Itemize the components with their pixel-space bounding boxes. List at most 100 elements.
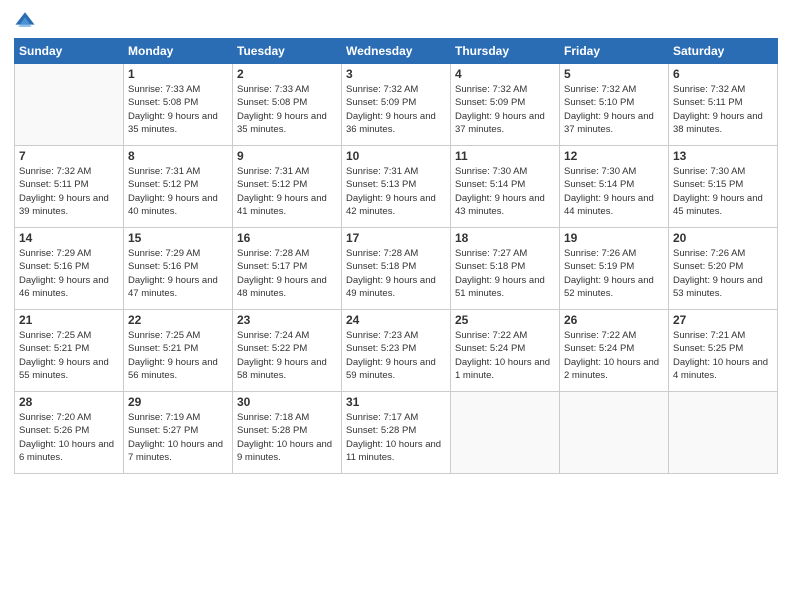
calendar-day-cell: 5Sunrise: 7:32 AM Sunset: 5:10 PM Daylig… xyxy=(560,64,669,146)
day-info: Sunrise: 7:30 AM Sunset: 5:14 PM Dayligh… xyxy=(564,165,664,218)
day-number: 2 xyxy=(237,67,337,81)
day-number: 20 xyxy=(673,231,773,245)
day-info: Sunrise: 7:24 AM Sunset: 5:22 PM Dayligh… xyxy=(237,329,337,382)
calendar-day-cell xyxy=(451,392,560,474)
calendar-day-cell: 31Sunrise: 7:17 AM Sunset: 5:28 PM Dayli… xyxy=(342,392,451,474)
day-number: 17 xyxy=(346,231,446,245)
calendar-day-cell: 11 Sunrise: 7:30 AM Sunset: 5:14 PM Dayli… xyxy=(451,146,560,228)
calendar-day-cell: 16 Sunrise: 7:28 AM Sunset: 5:17 PM Dayli… xyxy=(233,228,342,310)
day-info: Sunrise: 7:22 AM Sunset: 5:24 PM Dayligh… xyxy=(455,329,555,382)
day-info: Sunrise: 7:32 AM Sunset: 5:09 PM Dayligh… xyxy=(455,83,555,136)
day-info: Sunrise: 7:32 AM Sunset: 5:11 PM Dayligh… xyxy=(19,165,119,218)
weekday-header-monday: Monday xyxy=(124,39,233,64)
calendar-day-cell: 1 Sunrise: 7:33 AM Sunset: 5:08 PM Daylig… xyxy=(124,64,233,146)
day-number: 23 xyxy=(237,313,337,327)
page-container: SundayMondayTuesdayWednesdayThursdayFrid… xyxy=(0,0,792,484)
calendar-day-cell: 25 Sunrise: 7:22 AM Sunset: 5:24 PM Dayli… xyxy=(451,310,560,392)
day-number: 5 xyxy=(564,67,664,81)
calendar-day-cell: 30Sunrise: 7:18 AM Sunset: 5:28 PM Dayli… xyxy=(233,392,342,474)
calendar-day-cell: 23 Sunrise: 7:24 AM Sunset: 5:22 PM Dayli… xyxy=(233,310,342,392)
calendar-day-cell xyxy=(560,392,669,474)
day-info: Sunrise: 7:29 AM Sunset: 5:16 PM Dayligh… xyxy=(19,247,119,300)
day-number: 4 xyxy=(455,67,555,81)
calendar-day-cell: 27Sunrise: 7:21 AM Sunset: 5:25 PM Dayli… xyxy=(669,310,778,392)
calendar-table: SundayMondayTuesdayWednesdayThursdayFrid… xyxy=(14,38,778,474)
day-number: 30 xyxy=(237,395,337,409)
weekday-header-friday: Friday xyxy=(560,39,669,64)
day-info: Sunrise: 7:23 AM Sunset: 5:23 PM Dayligh… xyxy=(346,329,446,382)
day-number: 27 xyxy=(673,313,773,327)
day-number: 14 xyxy=(19,231,119,245)
day-number: 19 xyxy=(564,231,664,245)
calendar-day-cell: 8Sunrise: 7:31 AM Sunset: 5:12 PM Daylig… xyxy=(124,146,233,228)
calendar-day-cell: 15Sunrise: 7:29 AM Sunset: 5:16 PM Dayli… xyxy=(124,228,233,310)
day-number: 11 xyxy=(455,149,555,163)
day-number: 16 xyxy=(237,231,337,245)
day-info: Sunrise: 7:26 AM Sunset: 5:20 PM Dayligh… xyxy=(673,247,773,300)
calendar-day-cell: 10 Sunrise: 7:31 AM Sunset: 5:13 PM Dayli… xyxy=(342,146,451,228)
calendar-day-cell: 17 Sunrise: 7:28 AM Sunset: 5:18 PM Dayli… xyxy=(342,228,451,310)
calendar-day-cell: 14 Sunrise: 7:29 AM Sunset: 5:16 PM Dayli… xyxy=(15,228,124,310)
calendar-day-cell: 28 Sunrise: 7:20 AM Sunset: 5:26 PM Dayli… xyxy=(15,392,124,474)
day-info: Sunrise: 7:30 AM Sunset: 5:15 PM Dayligh… xyxy=(673,165,773,218)
day-info: Sunrise: 7:17 AM Sunset: 5:28 PM Dayligh… xyxy=(346,411,446,464)
calendar-day-cell: 29Sunrise: 7:19 AM Sunset: 5:27 PM Dayli… xyxy=(124,392,233,474)
calendar-day-cell: 24 Sunrise: 7:23 AM Sunset: 5:23 PM Dayli… xyxy=(342,310,451,392)
calendar-day-cell: 7Sunrise: 7:32 AM Sunset: 5:11 PM Daylig… xyxy=(15,146,124,228)
calendar-day-cell xyxy=(669,392,778,474)
day-number: 28 xyxy=(19,395,119,409)
logo xyxy=(14,10,40,32)
day-info: Sunrise: 7:27 AM Sunset: 5:18 PM Dayligh… xyxy=(455,247,555,300)
day-number: 6 xyxy=(673,67,773,81)
day-info: Sunrise: 7:33 AM Sunset: 5:08 PM Dayligh… xyxy=(237,83,337,136)
calendar-week-row: 14 Sunrise: 7:29 AM Sunset: 5:16 PM Dayli… xyxy=(15,228,778,310)
calendar-day-cell: 12 Sunrise: 7:30 AM Sunset: 5:14 PM Dayli… xyxy=(560,146,669,228)
day-number: 25 xyxy=(455,313,555,327)
day-info: Sunrise: 7:33 AM Sunset: 5:08 PM Dayligh… xyxy=(128,83,228,136)
calendar-day-cell: 3Sunrise: 7:32 AM Sunset: 5:09 PM Daylig… xyxy=(342,64,451,146)
weekday-header-saturday: Saturday xyxy=(669,39,778,64)
weekday-header-wednesday: Wednesday xyxy=(342,39,451,64)
day-number: 22 xyxy=(128,313,228,327)
calendar-day-cell: 6 Sunrise: 7:32 AM Sunset: 5:11 PM Daylig… xyxy=(669,64,778,146)
day-number: 24 xyxy=(346,313,446,327)
calendar-week-row: 7Sunrise: 7:32 AM Sunset: 5:11 PM Daylig… xyxy=(15,146,778,228)
day-info: Sunrise: 7:30 AM Sunset: 5:14 PM Dayligh… xyxy=(455,165,555,218)
calendar-week-row: 21 Sunrise: 7:25 AM Sunset: 5:21 PM Dayli… xyxy=(15,310,778,392)
calendar-day-cell: 22 Sunrise: 7:25 AM Sunset: 5:21 PM Dayli… xyxy=(124,310,233,392)
logo-icon xyxy=(14,10,36,32)
weekday-header-tuesday: Tuesday xyxy=(233,39,342,64)
calendar-day-cell: 9 Sunrise: 7:31 AM Sunset: 5:12 PM Daylig… xyxy=(233,146,342,228)
calendar-day-cell: 18Sunrise: 7:27 AM Sunset: 5:18 PM Dayli… xyxy=(451,228,560,310)
day-info: Sunrise: 7:28 AM Sunset: 5:17 PM Dayligh… xyxy=(237,247,337,300)
day-info: Sunrise: 7:32 AM Sunset: 5:11 PM Dayligh… xyxy=(673,83,773,136)
calendar-day-cell: 2 Sunrise: 7:33 AM Sunset: 5:08 PM Daylig… xyxy=(233,64,342,146)
day-number: 1 xyxy=(128,67,228,81)
day-info: Sunrise: 7:20 AM Sunset: 5:26 PM Dayligh… xyxy=(19,411,119,464)
day-info: Sunrise: 7:25 AM Sunset: 5:21 PM Dayligh… xyxy=(128,329,228,382)
day-number: 13 xyxy=(673,149,773,163)
day-number: 10 xyxy=(346,149,446,163)
calendar-week-row: 28 Sunrise: 7:20 AM Sunset: 5:26 PM Dayli… xyxy=(15,392,778,474)
day-info: Sunrise: 7:31 AM Sunset: 5:13 PM Dayligh… xyxy=(346,165,446,218)
calendar-header-row: SundayMondayTuesdayWednesdayThursdayFrid… xyxy=(15,39,778,64)
day-info: Sunrise: 7:19 AM Sunset: 5:27 PM Dayligh… xyxy=(128,411,228,464)
weekday-header-sunday: Sunday xyxy=(15,39,124,64)
calendar-day-cell: 20 Sunrise: 7:26 AM Sunset: 5:20 PM Dayli… xyxy=(669,228,778,310)
calendar-day-cell: 21 Sunrise: 7:25 AM Sunset: 5:21 PM Dayli… xyxy=(15,310,124,392)
day-number: 8 xyxy=(128,149,228,163)
day-info: Sunrise: 7:28 AM Sunset: 5:18 PM Dayligh… xyxy=(346,247,446,300)
day-number: 21 xyxy=(19,313,119,327)
calendar-day-cell: 26Sunrise: 7:22 AM Sunset: 5:24 PM Dayli… xyxy=(560,310,669,392)
day-number: 12 xyxy=(564,149,664,163)
day-info: Sunrise: 7:29 AM Sunset: 5:16 PM Dayligh… xyxy=(128,247,228,300)
calendar-day-cell: 4 Sunrise: 7:32 AM Sunset: 5:09 PM Daylig… xyxy=(451,64,560,146)
day-info: Sunrise: 7:26 AM Sunset: 5:19 PM Dayligh… xyxy=(564,247,664,300)
calendar-day-cell: 19 Sunrise: 7:26 AM Sunset: 5:19 PM Dayli… xyxy=(560,228,669,310)
day-number: 3 xyxy=(346,67,446,81)
day-info: Sunrise: 7:22 AM Sunset: 5:24 PM Dayligh… xyxy=(564,329,664,382)
calendar-week-row: 1 Sunrise: 7:33 AM Sunset: 5:08 PM Daylig… xyxy=(15,64,778,146)
day-info: Sunrise: 7:25 AM Sunset: 5:21 PM Dayligh… xyxy=(19,329,119,382)
day-number: 9 xyxy=(237,149,337,163)
day-info: Sunrise: 7:31 AM Sunset: 5:12 PM Dayligh… xyxy=(237,165,337,218)
